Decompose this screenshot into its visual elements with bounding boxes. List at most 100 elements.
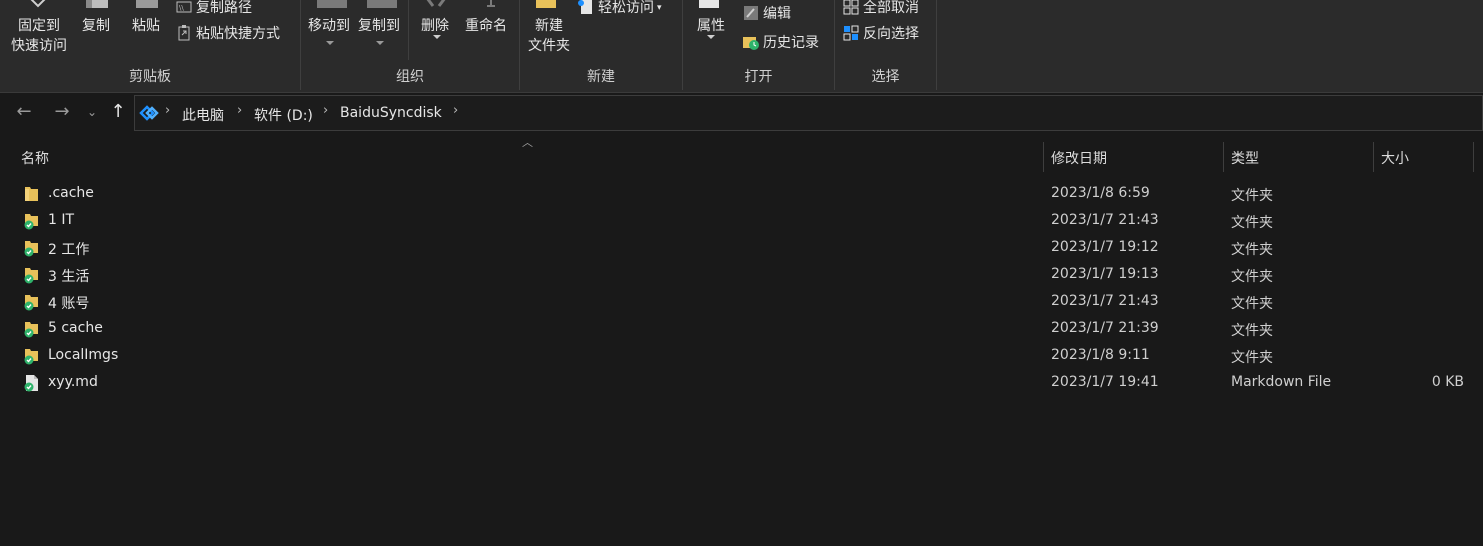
properties-dropdown-icon	[707, 35, 715, 39]
file-size: 0 KB	[1431, 374, 1464, 390]
delete-icon	[426, 0, 446, 7]
pin-to-quick-access-button[interactable]: 固定到 快速访问	[8, 16, 70, 56]
file-type: 文件夹	[1231, 215, 1273, 231]
breadcrumb-chevron-icon[interactable]: ›	[237, 103, 242, 118]
easy-access-icon	[578, 0, 592, 14]
breadcrumb-chevron-icon[interactable]: ›	[165, 103, 170, 118]
list-item[interactable]: 1 IT 2023/1/7 21:43 文件夹	[0, 208, 1483, 234]
column-resize-handle[interactable]	[1373, 142, 1374, 172]
select-none-button[interactable]: 全部取消	[843, 0, 919, 18]
breadcrumb-chevron-icon[interactable]: ›	[453, 103, 458, 118]
recent-locations-chevron-icon[interactable]: ⌄	[80, 105, 104, 119]
empty-list-area[interactable]	[0, 400, 1483, 546]
paste-shortcut-label: 粘贴快捷方式	[196, 26, 280, 42]
column-header-size[interactable]: 大小	[1381, 148, 1409, 168]
file-name: 3 生活	[48, 269, 90, 285]
breadcrumb-drive-d[interactable]: 软件 (D:)	[254, 105, 313, 125]
copy-icon	[86, 0, 108, 8]
clipboard-group: 固定到 快速访问 复制 粘贴 \\ 复制路径 粘贴快捷方式 剪贴板	[0, 0, 300, 92]
new-folder-icon	[536, 0, 556, 8]
easy-access-button[interactable]: 轻松访问 ▾	[578, 0, 662, 18]
folder-synced-icon	[24, 322, 38, 338]
file-type: 文件夹	[1231, 296, 1273, 312]
file-type: 文件夹	[1231, 323, 1273, 339]
history-button[interactable]: 历史记录	[743, 33, 819, 53]
edit-icon	[744, 6, 758, 20]
file-date: 2023/1/7 19:13	[1051, 266, 1159, 282]
breadcrumb-this-pc[interactable]: 此电脑	[182, 105, 224, 125]
history-icon	[743, 37, 759, 50]
list-item[interactable]: 5 cache 2023/1/7 21:39 文件夹	[0, 316, 1483, 342]
pin-label-line1: 固定到	[18, 18, 60, 34]
list-item[interactable]: 3 生活 2023/1/7 19:13 文件夹	[0, 262, 1483, 288]
organize-inner-separator	[408, 0, 409, 60]
copy-to-icon	[367, 0, 397, 8]
open-group-label: 打开	[744, 69, 773, 85]
column-header-date[interactable]: 修改日期	[1051, 148, 1107, 168]
back-arrow-icon[interactable]: ←	[12, 101, 36, 122]
copy-path-icon: \\	[176, 1, 192, 13]
edit-label: 编辑	[763, 6, 791, 22]
new-group: 新建 文件夹 轻松访问 ▾ 新建	[520, 0, 682, 92]
paste-icon	[136, 0, 158, 8]
file-type: 文件夹	[1231, 188, 1273, 204]
baidu-sync-icon	[139, 105, 159, 121]
folder-synced-icon	[24, 349, 38, 365]
address-bar[interactable]: › 此电脑 › 软件 (D:) › BaiduSyncdisk ›	[134, 95, 1483, 131]
list-item[interactable]: .cache 2023/1/8 6:59 文件夹	[0, 181, 1483, 207]
move-to-button[interactable]: 移动到	[305, 16, 353, 36]
file-date: 2023/1/8 6:59	[1051, 185, 1150, 201]
copy-button[interactable]: 复制	[78, 16, 114, 36]
properties-button[interactable]: 属性	[689, 16, 733, 36]
select-none-label: 全部取消	[863, 0, 919, 16]
file-date: 2023/1/7 19:41	[1051, 374, 1159, 390]
file-name: xyy.md	[48, 374, 98, 390]
copy-path-button[interactable]: \\ 复制路径	[176, 0, 252, 18]
paste-shortcut-button[interactable]: 粘贴快捷方式	[176, 24, 280, 44]
folder-synced-icon	[24, 268, 38, 284]
paste-shortcut-icon	[178, 25, 190, 41]
ribbon-separator	[936, 0, 937, 90]
list-item[interactable]: 4 账号 2023/1/7 21:43 文件夹	[0, 289, 1483, 315]
file-name: 5 cache	[48, 320, 103, 336]
list-item[interactable]: 2 工作 2023/1/7 19:12 文件夹	[0, 235, 1483, 261]
new-folder-button[interactable]: 新建 文件夹	[524, 16, 574, 56]
rename-button[interactable]: 重命名	[461, 16, 511, 36]
breadcrumb-chevron-icon[interactable]: ›	[323, 103, 328, 118]
column-header-name[interactable]: 名称	[21, 148, 49, 168]
file-type: 文件夹	[1231, 242, 1273, 258]
file-name: .cache	[48, 185, 94, 201]
new-folder-label-line2: 文件夹	[528, 38, 570, 54]
pin-icon	[30, 0, 46, 8]
select-none-icon	[843, 0, 859, 15]
pin-label-line2: 快速访问	[11, 38, 67, 54]
file-type: 文件夹	[1231, 269, 1273, 285]
rename-icon	[487, 0, 495, 7]
delete-button[interactable]: 删除	[417, 16, 453, 36]
edit-button[interactable]: 编辑	[743, 4, 791, 24]
copy-path-label: 复制路径	[196, 0, 252, 16]
paste-button[interactable]: 粘贴	[128, 16, 164, 36]
breadcrumb-baidusyncdisk[interactable]: BaiduSyncdisk	[340, 105, 442, 121]
file-name: LocalImgs	[48, 347, 119, 363]
column-resize-handle[interactable]	[1223, 142, 1224, 172]
list-item[interactable]: LocalImgs 2023/1/8 9:11 文件夹	[0, 343, 1483, 369]
copy-to-button[interactable]: 复制到	[355, 16, 403, 36]
move-to-icon	[317, 0, 347, 8]
file-date: 2023/1/7 21:43	[1051, 293, 1159, 309]
select-group-label: 选择	[871, 69, 900, 85]
ribbon: 固定到 快速访问 复制 粘贴 \\ 复制路径 粘贴快捷方式 剪贴板 移动到 复制到…	[0, 0, 1483, 93]
file-synced-icon	[24, 375, 38, 392]
properties-icon	[699, 0, 719, 8]
column-resize-handle[interactable]	[1473, 142, 1474, 172]
column-resize-handle[interactable]	[1043, 142, 1044, 172]
copy-to-dropdown-icon	[376, 41, 384, 45]
list-item[interactable]: xyy.md 2023/1/7 19:41 Markdown File 0 KB	[0, 370, 1483, 396]
invert-selection-button[interactable]: 反向选择	[843, 24, 919, 44]
select-group: 全部取消 反向选择 选择	[835, 0, 936, 92]
column-header-type[interactable]: 类型	[1231, 148, 1259, 168]
forward-arrow-icon[interactable]: →	[50, 101, 74, 122]
delete-dropdown-icon	[433, 35, 441, 39]
up-arrow-icon[interactable]: ↑	[106, 101, 130, 122]
folder-synced-icon	[24, 214, 38, 230]
